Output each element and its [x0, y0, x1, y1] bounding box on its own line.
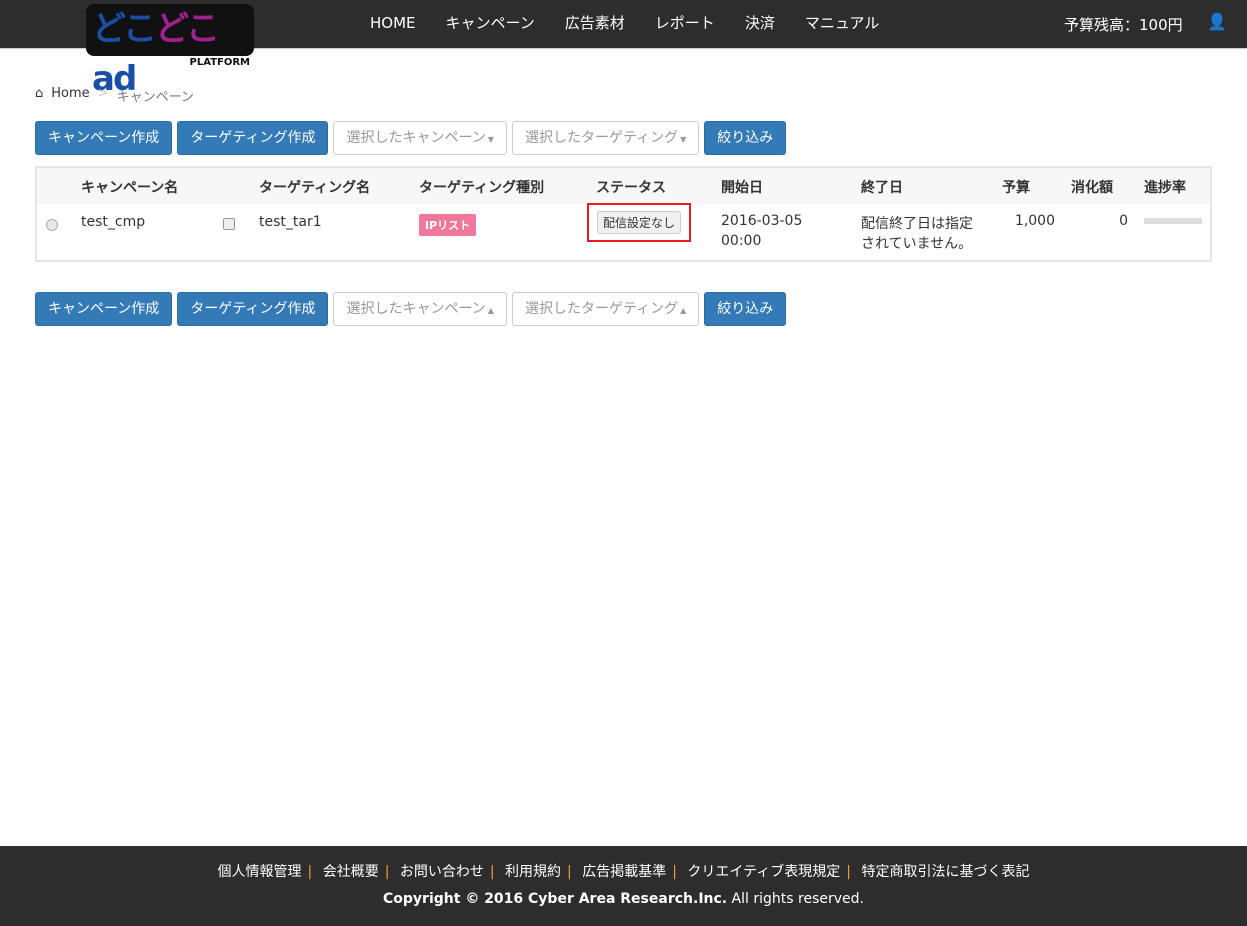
selected-targeting-dropdown[interactable]: 選択したターゲティング ▼ — [511, 121, 700, 155]
footer-link-commerce-law[interactable]: 特定商取引法に基づく表記 — [861, 864, 1029, 880]
campaign-name[interactable]: test_cmp — [81, 214, 145, 230]
caret-up-icon: ▲ — [487, 306, 494, 315]
dropdown-label: 選択したターゲティング — [524, 130, 679, 146]
header-start-date: 開始日 — [721, 180, 763, 196]
selected-targeting-dropup[interactable]: 選択したターゲティング ▲ — [511, 292, 700, 326]
table-header: キャンペーン名 ターゲティング名 ターゲティング種別 ステータス 開始日 終了日… — [37, 168, 1210, 204]
home-icon: ⌂ — [35, 86, 44, 101]
footer-link-terms[interactable]: 利用規約 — [505, 864, 561, 880]
spent-value: 0 — [1119, 213, 1128, 229]
campaign-table: キャンペーン名 ターゲティング名 ターゲティング種別 ステータス 開始日 終了日… — [35, 166, 1212, 262]
dropdown-label: 選択したキャンペーン — [346, 130, 486, 146]
header-status: ステータス — [596, 180, 666, 196]
create-campaign-button[interactable]: キャンペーン作成 — [35, 292, 173, 326]
logo-text: どこ — [92, 9, 157, 49]
selected-campaign-dropup[interactable]: 選択したキャンペーン ▲ — [333, 292, 507, 326]
selected-campaign-dropdown[interactable]: 選択したキャンペーン ▼ — [333, 121, 507, 155]
targeting-type-badge: IPリスト — [419, 214, 477, 236]
header-spent: 消化額 — [1071, 180, 1113, 196]
budget-balance: 予算残高：100円 — [1064, 16, 1183, 34]
breadcrumb: ⌂ Home > キャンペーン — [35, 86, 194, 105]
top-navbar: どこどこad PLATFORM HOME キャンペーン 広告素材 レポート 決済… — [0, 0, 1247, 99]
breadcrumb-current: キャンペーン — [116, 90, 194, 105]
table-row: test_cmp test_tar1 IPリスト 配信設定なし 2016-03-… — [37, 203, 1210, 262]
filter-button[interactable]: 絞り込み — [704, 121, 787, 155]
logo-subtext: PLATFORM — [189, 57, 250, 68]
caret-up-icon: ▲ — [680, 306, 687, 315]
header-targeting-name: ターゲティング名 — [259, 180, 371, 196]
end-date-line2: されていません。 — [861, 236, 973, 252]
footer-link-contact[interactable]: お問い合わせ — [400, 864, 484, 880]
nav-manual[interactable]: マニュアル — [790, 0, 895, 46]
create-targeting-button[interactable]: ターゲティング作成 — [177, 292, 329, 326]
targeting-name[interactable]: test_tar1 — [259, 214, 322, 230]
end-date: 配信終了日は指定 — [861, 216, 973, 232]
header-budget: 予算 — [1002, 180, 1030, 196]
toolbar-top: キャンペーン作成 ターゲティング作成 選択したキャンペーン ▼ 選択したターゲティ… — [35, 121, 787, 155]
user-icon[interactable]: 👤 — [1207, 12, 1227, 31]
breadcrumb-separator: > — [97, 86, 109, 101]
breadcrumb-home[interactable]: Home — [51, 86, 89, 105]
header-end-date: 終了日 — [861, 180, 903, 196]
start-date: 2016-03-05 — [721, 213, 803, 229]
footer-link-ad-standards[interactable]: 広告掲載基準 — [582, 864, 666, 880]
logo-text: どこ — [154, 9, 220, 49]
footer-link-creative-rules[interactable]: クリエイティブ表現規定 — [687, 864, 840, 880]
start-time: 00:00 — [721, 233, 762, 249]
dropdown-label: 選択したターゲティング — [524, 301, 679, 317]
footer-link-privacy[interactable]: 個人情報管理 — [218, 864, 302, 880]
copyright-bold: Copyright © 2016 Cyber Area Research.Inc… — [383, 891, 728, 907]
caret-down-icon: ▼ — [680, 135, 687, 144]
header-targeting-type: ターゲティング種別 — [419, 180, 545, 196]
logo[interactable]: どこどこad PLATFORM — [86, 4, 256, 99]
nav-report[interactable]: レポート — [640, 0, 730, 46]
status-highlight: 配信設定なし — [587, 203, 692, 242]
filter-button[interactable]: 絞り込み — [704, 292, 787, 326]
create-campaign-button[interactable]: キャンペーン作成 — [35, 121, 173, 155]
nav-creatives[interactable]: 広告素材 — [550, 0, 640, 46]
caret-down-icon: ▼ — [487, 135, 494, 144]
footer: 個人情報管理 | 会社概要 | お問い合わせ | 利用規約 | 広告掲載基準 | クリエイ… — [0, 846, 1247, 926]
header-campaign-name: キャンペーン名 — [81, 180, 179, 196]
header-progress: 進捗率 — [1144, 180, 1186, 196]
footer-link-company[interactable]: 会社概要 — [323, 864, 379, 880]
budget-value: 1,000 — [1014, 213, 1055, 229]
progress-bar — [1144, 218, 1202, 224]
nav-campaign[interactable]: キャンペーン — [431, 0, 550, 46]
status-button[interactable]: 配信設定なし — [597, 211, 682, 234]
copyright-rest: All rights reserved. — [727, 891, 864, 907]
targeting-checkbox[interactable] — [223, 218, 235, 230]
campaign-radio[interactable] — [46, 219, 58, 231]
copyright: Copyright © 2016 Cyber Area Research.Inc… — [0, 891, 1247, 907]
toolbar-bottom: キャンペーン作成 ターゲティング作成 選択したキャンペーン ▲ 選択したターゲティ… — [35, 292, 787, 326]
nav-home[interactable]: HOME — [355, 0, 431, 46]
nav-payment[interactable]: 決済 — [730, 0, 790, 46]
create-targeting-button[interactable]: ターゲティング作成 — [177, 121, 329, 155]
dropdown-label: 選択したキャンペーン — [346, 301, 486, 317]
